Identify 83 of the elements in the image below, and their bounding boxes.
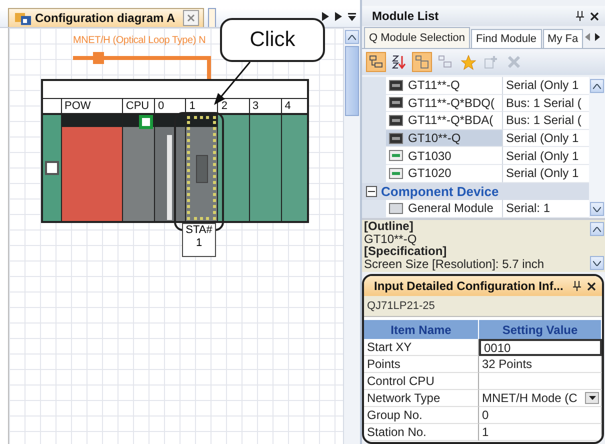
module-item[interactable]: GT1020 bbox=[386, 164, 502, 183]
scroll-down-button[interactable] bbox=[590, 202, 604, 216]
module-item[interactable]: GT11**-Q bbox=[386, 77, 502, 95]
arrow-down-icon bbox=[593, 206, 601, 212]
module-icon bbox=[389, 114, 403, 126]
module-spec: Serial (Only 1 bbox=[502, 130, 589, 148]
module-item[interactable]: General Module bbox=[386, 200, 502, 218]
item-name: Network Type bbox=[364, 390, 479, 407]
click-callout: Click bbox=[220, 18, 325, 62]
scroll-up-button[interactable] bbox=[590, 79, 604, 93]
module-spec: Bus: 1 Serial ( bbox=[502, 94, 589, 112]
tree-view-icon[interactable] bbox=[366, 52, 386, 72]
module-spec: Serial: 1 bbox=[502, 200, 589, 218]
scroll-down-button[interactable] bbox=[590, 256, 604, 270]
module-icon bbox=[389, 168, 403, 179]
dropdown-field[interactable]: MNET/H Mode (C bbox=[479, 390, 602, 407]
connector-icon bbox=[45, 161, 59, 175]
module-item[interactable]: GT11**-Q*BDA( bbox=[386, 112, 502, 130]
pin-icon[interactable] bbox=[576, 11, 584, 21]
scroll-right-icon[interactable] bbox=[595, 33, 600, 41]
setting-value: 0 bbox=[479, 407, 602, 424]
scroll-up-button[interactable] bbox=[590, 222, 604, 236]
module-tab[interactable]: Find Module bbox=[471, 29, 542, 48]
item-name: Control CPU bbox=[364, 373, 479, 390]
group-heading: Component Device bbox=[381, 184, 499, 199]
io-module[interactable] bbox=[155, 115, 186, 221]
arrow-up-icon bbox=[348, 34, 356, 40]
cable-node-icon bbox=[93, 52, 104, 64]
panel-title: Module List bbox=[372, 9, 439, 23]
description-text: [Specification] bbox=[364, 245, 448, 258]
module-icon bbox=[389, 97, 403, 108]
star-icon[interactable] bbox=[458, 52, 478, 72]
scroll-up-button[interactable] bbox=[345, 30, 359, 44]
cpu-module[interactable] bbox=[122, 115, 154, 221]
dropdown-icon[interactable] bbox=[585, 392, 599, 404]
description-text: Screen Size [Resolution]: 5.7 inch bbox=[364, 258, 546, 270]
module-icon bbox=[389, 80, 403, 91]
module-model: QJ71LP21-25 bbox=[364, 296, 602, 317]
panel-title: Input Detailed Configuration Inf... bbox=[374, 279, 564, 293]
item-name: Points bbox=[364, 356, 479, 373]
module-spec: Serial (Only 1 bbox=[502, 164, 589, 183]
vertical-scrollbar[interactable] bbox=[589, 220, 605, 272]
pin-icon[interactable] bbox=[573, 281, 581, 291]
empty-slot[interactable] bbox=[43, 115, 61, 221]
module-item[interactable]: GT10**-Q bbox=[386, 130, 502, 148]
station-label: STA# 1 bbox=[182, 223, 216, 257]
module-item[interactable]: GT1030 bbox=[386, 147, 502, 165]
module-icon bbox=[389, 202, 403, 214]
scroll-thumb[interactable] bbox=[345, 46, 359, 116]
collapse-icon[interactable] bbox=[366, 186, 377, 197]
module-icon bbox=[389, 150, 403, 162]
empty-slot[interactable] bbox=[218, 115, 249, 221]
module-tab[interactable]: Q Module Selection bbox=[364, 27, 470, 48]
power-module[interactable] bbox=[62, 115, 122, 221]
arrow-up-icon bbox=[593, 226, 601, 232]
arrow-down-icon bbox=[593, 260, 601, 266]
column-header: Item Name bbox=[364, 320, 479, 339]
close-icon[interactable] bbox=[590, 12, 599, 20]
setting-value: 32 Points bbox=[479, 356, 602, 373]
network-label: MNET/H (Optical Loop Type) N bbox=[73, 35, 206, 46]
input-field[interactable]: 0010 bbox=[479, 339, 602, 356]
network-module[interactable] bbox=[186, 115, 218, 221]
connector-port-icon bbox=[196, 155, 208, 183]
module-spec: Serial (Only 1 bbox=[502, 77, 589, 95]
description-text: GT10**-Q bbox=[364, 232, 417, 245]
module-spec: Bus: 1 Serial ( bbox=[502, 112, 589, 130]
diagram-tab[interactable]: Configuration diagram A bbox=[8, 8, 204, 27]
setting-value: 1 bbox=[479, 424, 602, 441]
module-item[interactable]: GT11**-Q*BDQ( bbox=[386, 94, 502, 112]
arrow-up-icon bbox=[593, 84, 601, 88]
status-led-icon bbox=[139, 115, 154, 129]
module-tab[interactable]: My Fa bbox=[542, 29, 584, 48]
item-name: Group No. bbox=[364, 407, 479, 424]
module-icon bbox=[389, 132, 403, 144]
diagram-icon bbox=[15, 11, 31, 25]
module-spec: Serial (Only 1 bbox=[502, 147, 589, 165]
description-text: [Outline] bbox=[364, 220, 414, 232]
menu-down-icon[interactable] bbox=[348, 12, 356, 21]
vertical-scrollbar[interactable] bbox=[343, 28, 360, 444]
column-header: Setting Value bbox=[479, 320, 602, 339]
vertical-scrollbar[interactable] bbox=[589, 77, 605, 218]
close-icon[interactable] bbox=[587, 282, 596, 290]
item-name: Station No. bbox=[364, 424, 479, 441]
